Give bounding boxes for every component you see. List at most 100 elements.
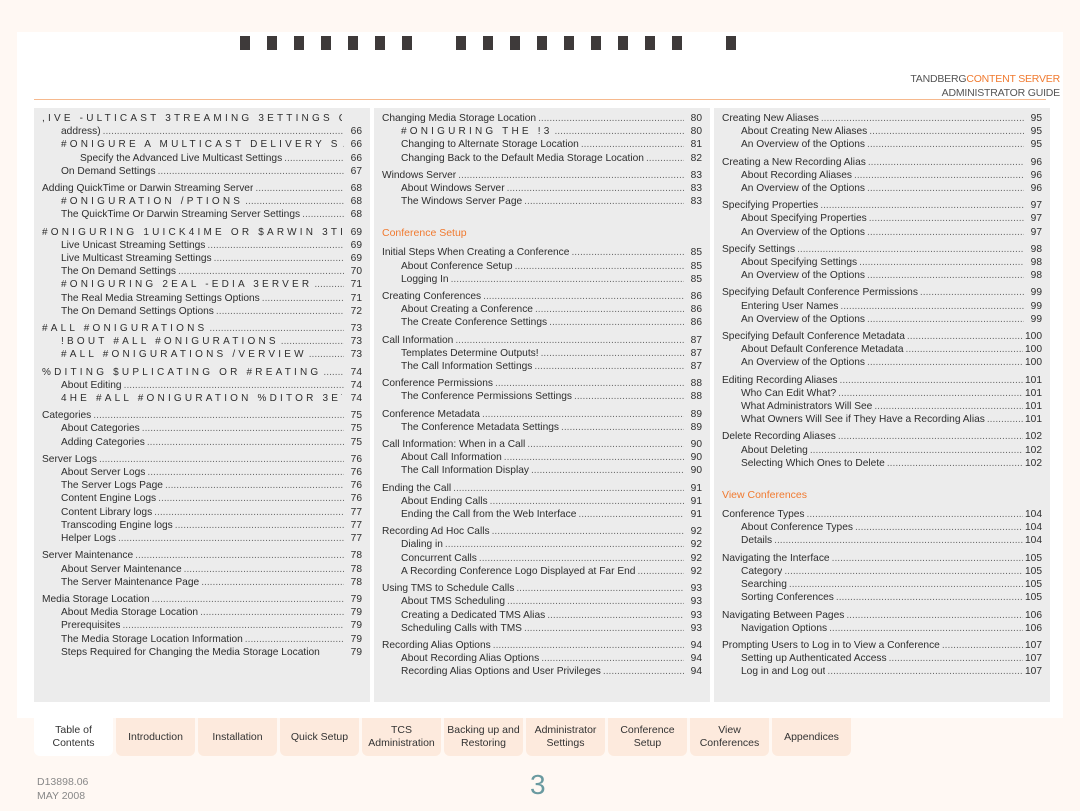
toc-subentry[interactable]: The Create Conference Settings 86	[382, 316, 702, 329]
toc-entry[interactable]: Server Logs 76	[42, 453, 362, 466]
toc-subentry[interactable]: The Conference Metadata Settings 89	[382, 421, 702, 434]
toc-entry[interactable]: Navigating Between Pages 106	[722, 609, 1042, 622]
toc-subentry[interactable]: Prerequisites 79	[42, 619, 362, 632]
toc-subentry[interactable]: About Default Conference Metadata 100	[722, 343, 1042, 356]
tab-conference-setup[interactable]: Conference Setup	[608, 718, 687, 756]
toc-subentry[interactable]: Entering User Names 99	[722, 300, 1042, 313]
toc-entry[interactable]: Call Information 87	[382, 334, 702, 347]
toc-entry[interactable]: Media Storage Location 79	[42, 593, 362, 606]
section-heading[interactable]: View Conferences	[722, 488, 1042, 502]
tab-quick-setup[interactable]: Quick Setup	[280, 718, 359, 756]
toc-subentry[interactable]: Templates Determine Outputs! 87	[382, 347, 702, 360]
toc-subentry[interactable]: Changing Back to the Default Media Stora…	[382, 152, 702, 165]
toc-entry[interactable]: Conference Types 104	[722, 508, 1042, 521]
toc-subentry[interactable]: Logging In 85	[382, 273, 702, 286]
toc-subentry[interactable]: About Creating a Conference 86	[382, 303, 702, 316]
toc-entry[interactable]: Editing Recording Aliases 101	[722, 374, 1042, 387]
toc-entry[interactable]: Conference Permissions 88	[382, 377, 702, 390]
toc-subentry[interactable]: About Editing 74	[42, 379, 362, 392]
toc-subentry[interactable]: What Owners Will See if They Have a Reco…	[722, 413, 1042, 426]
tab-table-of-contents[interactable]: Table of Contents	[34, 718, 113, 756]
toc-subentry[interactable]: The Media Storage Location Information 79	[42, 633, 362, 646]
toc-subentry[interactable]: Selecting Which Ones to Delete 102	[722, 457, 1042, 470]
toc-subentry[interactable]: Creating a Dedicated TMS Alias 93	[382, 609, 702, 622]
toc-subentry[interactable]: About Server Logs 76	[42, 466, 362, 479]
toc-entry[interactable]: Windows Server 83	[382, 169, 702, 182]
toc-subentry[interactable]: The Conference Permissions Settings 88	[382, 390, 702, 403]
toc-entry[interactable]: Recording Ad Hoc Calls 92	[382, 525, 702, 538]
toc-subentry[interactable]: About Specifying Properties 97	[722, 212, 1042, 225]
toc-subentry[interactable]: Live Multicast Streaming Settings 69	[42, 252, 362, 265]
toc-subentry[interactable]: Log in and Log out 107	[722, 665, 1042, 678]
toc-subentry[interactable]: Specify the Advanced Live Multicast Sett…	[42, 152, 362, 165]
toc-subentry[interactable]: The On Demand Settings Options 72	[42, 305, 362, 318]
toc-subentry[interactable]: About Creating New Aliases 95	[722, 125, 1042, 138]
toc-entry[interactable]: Ending the Call 91	[382, 482, 702, 495]
toc-entry[interactable]: Conference Metadata 89	[382, 408, 702, 421]
toc-subentry[interactable]: On Demand Settings 67	[42, 165, 362, 178]
toc-entry[interactable]: #ONIGURING 1UICK4IME OR $ARWIN 3TR 69	[42, 226, 362, 239]
toc-subentry[interactable]: Sorting Conferences 105	[722, 591, 1042, 604]
toc-subentry[interactable]: Navigation Options 106	[722, 622, 1042, 635]
toc-subentry[interactable]: The On Demand Settings 70	[42, 265, 362, 278]
toc-subentry[interactable]: The Call Information Settings 87	[382, 360, 702, 373]
toc-subentry[interactable]: Who Can Edit What? 101	[722, 387, 1042, 400]
toc-subentry[interactable]: About Server Maintenance 78	[42, 563, 362, 576]
toc-subentry[interactable]: The QuickTime Or Darwin Streaming Server…	[42, 208, 362, 221]
tab-installation[interactable]: Installation	[198, 718, 277, 756]
toc-subentry[interactable]: Concurrent Calls 92	[382, 552, 702, 565]
toc-subentry[interactable]: About Conference Types 104	[722, 521, 1042, 534]
toc-subentry[interactable]: !BOUT #ALL #ONIGURATIONS 73	[42, 335, 362, 348]
toc-subentry[interactable]: #ONIGURE A MULTICAST DELIVERY S 66	[42, 138, 362, 151]
toc-subentry[interactable]: Setting up Authenticated Access 107	[722, 652, 1042, 665]
toc-subentry[interactable]: #ALL #ONIGURATIONS /VERVIEW 73	[42, 348, 362, 361]
toc-entry[interactable]: Categories 75	[42, 409, 362, 422]
toc-subentry[interactable]: About Media Storage Location 79	[42, 606, 362, 619]
toc-subentry[interactable]: Scheduling Calls with TMS 93	[382, 622, 702, 635]
toc-entry[interactable]: Recording Alias Options 94	[382, 639, 702, 652]
toc-subentry[interactable]: #ONIGURATION /PTIONS 68	[42, 195, 362, 208]
toc-entry[interactable]: Navigating the Interface 105	[722, 552, 1042, 565]
section-heading[interactable]: Conference Setup	[382, 226, 702, 240]
toc-subentry[interactable]: About Conference Setup 85	[382, 260, 702, 273]
toc-entry[interactable]: Specifying Default Conference Metadata 10…	[722, 330, 1042, 343]
toc-subentry[interactable]: address) 66	[42, 125, 362, 138]
toc-subentry[interactable]: Category 105	[722, 565, 1042, 578]
toc-entry[interactable]: Delete Recording Aliases 102	[722, 430, 1042, 443]
toc-subentry[interactable]: About Specifying Settings 98	[722, 256, 1042, 269]
toc-subentry[interactable]: The Windows Server Page 83	[382, 195, 702, 208]
toc-entry[interactable]: #ALL #ONIGURATIONS 73	[42, 322, 362, 335]
toc-entry[interactable]: Specifying Properties 97	[722, 199, 1042, 212]
toc-subentry[interactable]: About Recording Aliases 96	[722, 169, 1042, 182]
toc-entry[interactable]: ,IVE -ULTICAST 3TREAMING 3ETTINGS C	[42, 112, 362, 125]
toc-subentry[interactable]: Helper Logs 77	[42, 532, 362, 545]
toc-subentry[interactable]: Transcoding Engine logs 77	[42, 519, 362, 532]
toc-entry[interactable]: Specifying Default Conference Permission…	[722, 286, 1042, 299]
toc-subentry[interactable]: About TMS Scheduling 93	[382, 595, 702, 608]
tab-view-conferences[interactable]: View Conferences	[690, 718, 769, 756]
toc-entry[interactable]: Initial Steps When Creating a Conference…	[382, 246, 702, 259]
toc-subentry[interactable]: Content Library logs 77	[42, 506, 362, 519]
toc-subentry[interactable]: The Server Maintenance Page 78	[42, 576, 362, 589]
tab-introduction[interactable]: Introduction	[116, 718, 195, 756]
toc-subentry[interactable]: The Server Logs Page 76	[42, 479, 362, 492]
toc-subentry[interactable]: Steps Required for Changing the Media St…	[42, 646, 362, 659]
toc-subentry[interactable]: Ending the Call from the Web Interface 91	[382, 508, 702, 521]
toc-subentry[interactable]: About Call Information 90	[382, 451, 702, 464]
toc-subentry[interactable]: An Overview of the Options 98	[722, 269, 1042, 282]
toc-subentry[interactable]: Recording Alias Options and User Privile…	[382, 665, 702, 678]
toc-subentry[interactable]: About Deleting 102	[722, 444, 1042, 457]
toc-subentry[interactable]: Content Engine Logs 76	[42, 492, 362, 505]
toc-entry[interactable]: Specify Settings 98	[722, 243, 1042, 256]
toc-subentry[interactable]: An Overview of the Options 99	[722, 313, 1042, 326]
toc-subentry[interactable]: About Recording Alias Options 94	[382, 652, 702, 665]
toc-subentry[interactable]: 4HE #ALL #ONIGURATION %DITOR 3ETT 74	[42, 392, 362, 405]
toc-subentry[interactable]: A Recording Conference Logo Displayed at…	[382, 565, 702, 578]
toc-subentry[interactable]: An Overview of the Options 97	[722, 226, 1042, 239]
toc-subentry[interactable]: The Real Media Streaming Settings Option…	[42, 292, 362, 305]
toc-entry[interactable]: Prompting Users to Log in to View a Conf…	[722, 639, 1042, 652]
tab-backing-up-and-restoring[interactable]: Backing up and Restoring	[444, 718, 523, 756]
toc-entry[interactable]: Using TMS to Schedule Calls 93	[382, 582, 702, 595]
tab-tcs-administration[interactable]: TCS Administration	[362, 718, 441, 756]
toc-subentry[interactable]: Changing to Alternate Storage Location 81	[382, 138, 702, 151]
